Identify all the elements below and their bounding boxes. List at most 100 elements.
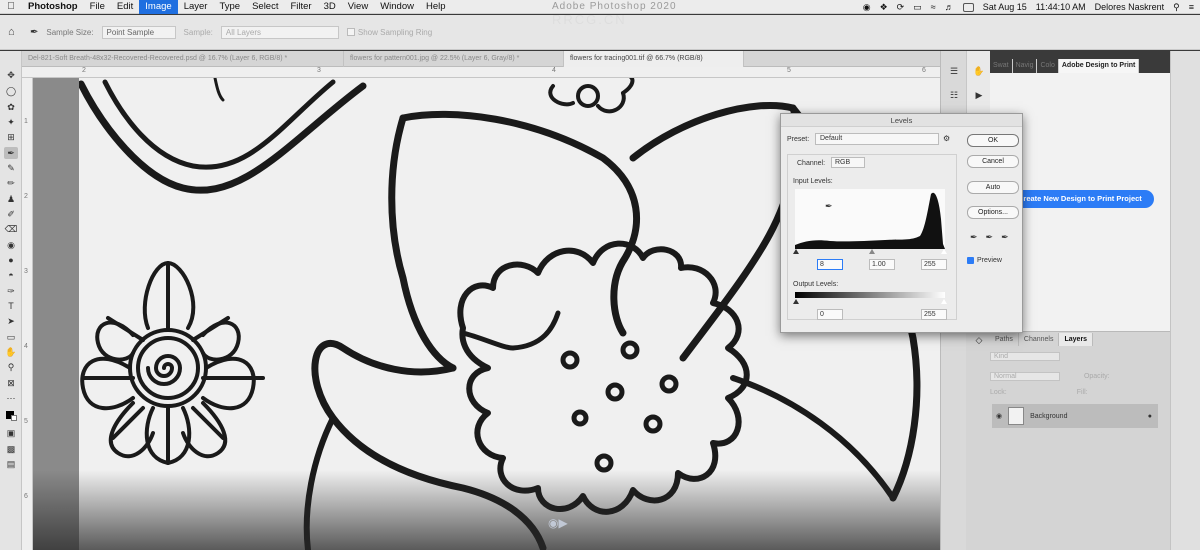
brush-tool-icon[interactable]: ✏ xyxy=(4,177,18,189)
marquee-tool-icon[interactable]: ◯ xyxy=(4,85,18,97)
volume-icon[interactable]: ♬ xyxy=(945,2,954,12)
input-gamma-field[interactable]: 1.00 xyxy=(869,259,895,270)
paint-bucket-icon[interactable]: ◉ xyxy=(4,239,18,251)
tab-color[interactable]: Colo xyxy=(1037,59,1059,73)
dropbox-icon[interactable]: ❖ xyxy=(880,2,888,13)
date-text[interactable]: Sat Aug 15 xyxy=(983,2,1027,12)
user-name[interactable]: Delores Naskrent xyxy=(1095,2,1165,12)
input-slider[interactable] xyxy=(793,249,947,255)
crop-tool-icon[interactable]: ⊞ xyxy=(4,131,18,143)
gamma-slider[interactable] xyxy=(869,249,875,254)
output-white-slider[interactable] xyxy=(941,299,947,304)
type-tool-icon[interactable]: T xyxy=(4,300,18,312)
menu-select[interactable]: Select xyxy=(246,0,284,14)
frame-tool-icon[interactable]: ⊠ xyxy=(4,377,18,389)
tab-swatches[interactable]: Swat xyxy=(990,59,1013,73)
gray-eyedropper-icon[interactable]: ✒ xyxy=(986,232,994,243)
display-icon[interactable]: ▭ xyxy=(913,2,922,13)
creative-cloud-icon[interactable]: ◇ xyxy=(972,334,986,346)
magic-wand-icon[interactable]: ✦ xyxy=(4,116,18,128)
ok-button[interactable]: OK xyxy=(967,134,1019,147)
menu-image[interactable]: Image xyxy=(139,0,178,14)
time-text[interactable]: 11:44:10 AM xyxy=(1036,2,1086,12)
history-panel-icon[interactable]: ☰ xyxy=(947,65,961,77)
path-selection-icon[interactable]: ➤ xyxy=(4,315,18,327)
frame-mode-icon[interactable]: ▤ xyxy=(4,458,18,470)
input-white-field[interactable]: 255 xyxy=(921,259,947,270)
preview-check-icon[interactable] xyxy=(967,257,974,264)
zoom-tool-icon[interactable]: ⚲ xyxy=(4,361,18,373)
tab-layers[interactable]: Layers xyxy=(1059,333,1094,346)
hand-tool-icon[interactable]: ✋ xyxy=(4,346,18,358)
screen-mode-icon[interactable]: ▩ xyxy=(4,443,18,455)
sync-icon[interactable]: ⟳ xyxy=(897,2,905,13)
tab-adobe-design-to-print[interactable]: Adobe Design to Print xyxy=(1058,59,1140,73)
record-icon[interactable]: ◉ xyxy=(863,2,871,13)
clone-stamp-icon[interactable]: ♟ xyxy=(4,193,18,205)
more-tools-icon[interactable]: ⋯ xyxy=(4,392,18,404)
lasso-tool-icon[interactable]: ✿ xyxy=(4,101,18,113)
channel-select[interactable]: RGB xyxy=(831,157,865,168)
battery-icon[interactable] xyxy=(962,2,974,12)
healing-brush-icon[interactable]: ✎ xyxy=(4,162,18,174)
create-new-design-button[interactable]: Create New Design to Print Project xyxy=(1010,190,1154,208)
menu-layer[interactable]: Layer xyxy=(178,0,214,14)
wifi-icon[interactable]: ≈ xyxy=(931,2,936,12)
sample-select[interactable]: All Layers xyxy=(220,25,339,39)
menu-photoshop[interactable]: Photoshop xyxy=(22,0,84,14)
menu-3d[interactable]: 3D xyxy=(318,0,342,14)
menu-help[interactable]: Help xyxy=(420,0,452,14)
search-icon[interactable]: ⚲ xyxy=(1173,2,1180,13)
output-black-slider[interactable] xyxy=(793,299,799,304)
tab-paths[interactable]: Paths xyxy=(990,333,1019,346)
preview-checkbox[interactable]: Preview xyxy=(967,257,1002,264)
tab-flowers-tracing[interactable]: flowers for tracing001.tif @ 66.7% (RGB/… xyxy=(564,51,744,67)
tab-channels[interactable]: Channels xyxy=(1019,333,1060,346)
kind-filter[interactable]: Kind xyxy=(990,352,1060,361)
options-button[interactable]: Options... xyxy=(967,206,1019,219)
hand-panel-icon[interactable]: ✋ xyxy=(972,65,986,77)
preset-select[interactable]: Default xyxy=(815,133,939,145)
white-eyedropper-icon[interactable]: ✒ xyxy=(1001,232,1009,243)
black-eyedropper-icon[interactable]: ✒ xyxy=(970,232,978,243)
pen-tool-icon[interactable]: ✑ xyxy=(4,285,18,297)
white-point-slider[interactable] xyxy=(941,249,947,254)
blend-mode-select[interactable]: Normal xyxy=(990,372,1060,381)
auto-button[interactable]: Auto xyxy=(967,181,1019,194)
home-icon[interactable]: ⌂ xyxy=(8,26,22,38)
menu-filter[interactable]: Filter xyxy=(284,0,317,14)
output-black-field[interactable]: 0 xyxy=(817,309,843,320)
tab-flowers-pattern[interactable]: flowers for pattern001.jpg @ 22.5% (Laye… xyxy=(344,51,564,67)
eye-icon[interactable]: ◉ xyxy=(996,412,1002,420)
input-black-field[interactable]: 8 xyxy=(817,259,843,270)
eyedropper-icon[interactable]: ✒ xyxy=(4,147,18,159)
apple-icon[interactable]:  xyxy=(0,1,22,12)
eyedropper-tool-icon[interactable]: ✒ xyxy=(30,27,38,38)
menu-view[interactable]: View xyxy=(342,0,374,14)
sample-size-select[interactable]: Point Sample xyxy=(101,25,176,39)
play-action-icon[interactable]: ▶ xyxy=(972,89,986,101)
move-tool-icon[interactable]: ✥ xyxy=(4,69,18,81)
cancel-button[interactable]: Cancel xyxy=(967,155,1019,168)
history-brush-icon[interactable]: ✐ xyxy=(4,208,18,220)
output-white-field[interactable]: 255 xyxy=(921,309,947,320)
output-slider[interactable] xyxy=(793,299,947,305)
tab-soft-breath[interactable]: Del-821-Soft Breath-48x32-Recovered-Reco… xyxy=(22,51,344,67)
black-point-slider[interactable] xyxy=(793,249,799,254)
eraser-icon[interactable]: ⌫ xyxy=(4,223,18,235)
background-layer-row[interactable]: ◉ Background ● xyxy=(992,404,1158,428)
menu-file[interactable]: File xyxy=(84,0,111,14)
blur-tool-icon[interactable]: ● xyxy=(4,254,18,266)
menu-window[interactable]: Window xyxy=(374,0,420,14)
gear-icon[interactable]: ⚙ xyxy=(943,134,950,143)
rectangle-tool-icon[interactable]: ▭ xyxy=(4,331,18,343)
quick-mask-icon[interactable]: ▣ xyxy=(4,427,18,439)
menu-type[interactable]: Type xyxy=(213,0,246,14)
properties-panel-icon[interactable]: ☷ xyxy=(947,89,961,101)
layer-name[interactable]: Background xyxy=(1030,413,1067,420)
tab-navigator[interactable]: Navig xyxy=(1013,59,1038,73)
menu-edit[interactable]: Edit xyxy=(111,0,139,14)
menu-list-icon[interactable]: ≡ xyxy=(1189,2,1194,12)
dodge-tool-icon[interactable]: ◓ xyxy=(4,269,18,281)
show-sampling-ring-checkbox[interactable]: Show Sampling Ring xyxy=(346,28,432,37)
